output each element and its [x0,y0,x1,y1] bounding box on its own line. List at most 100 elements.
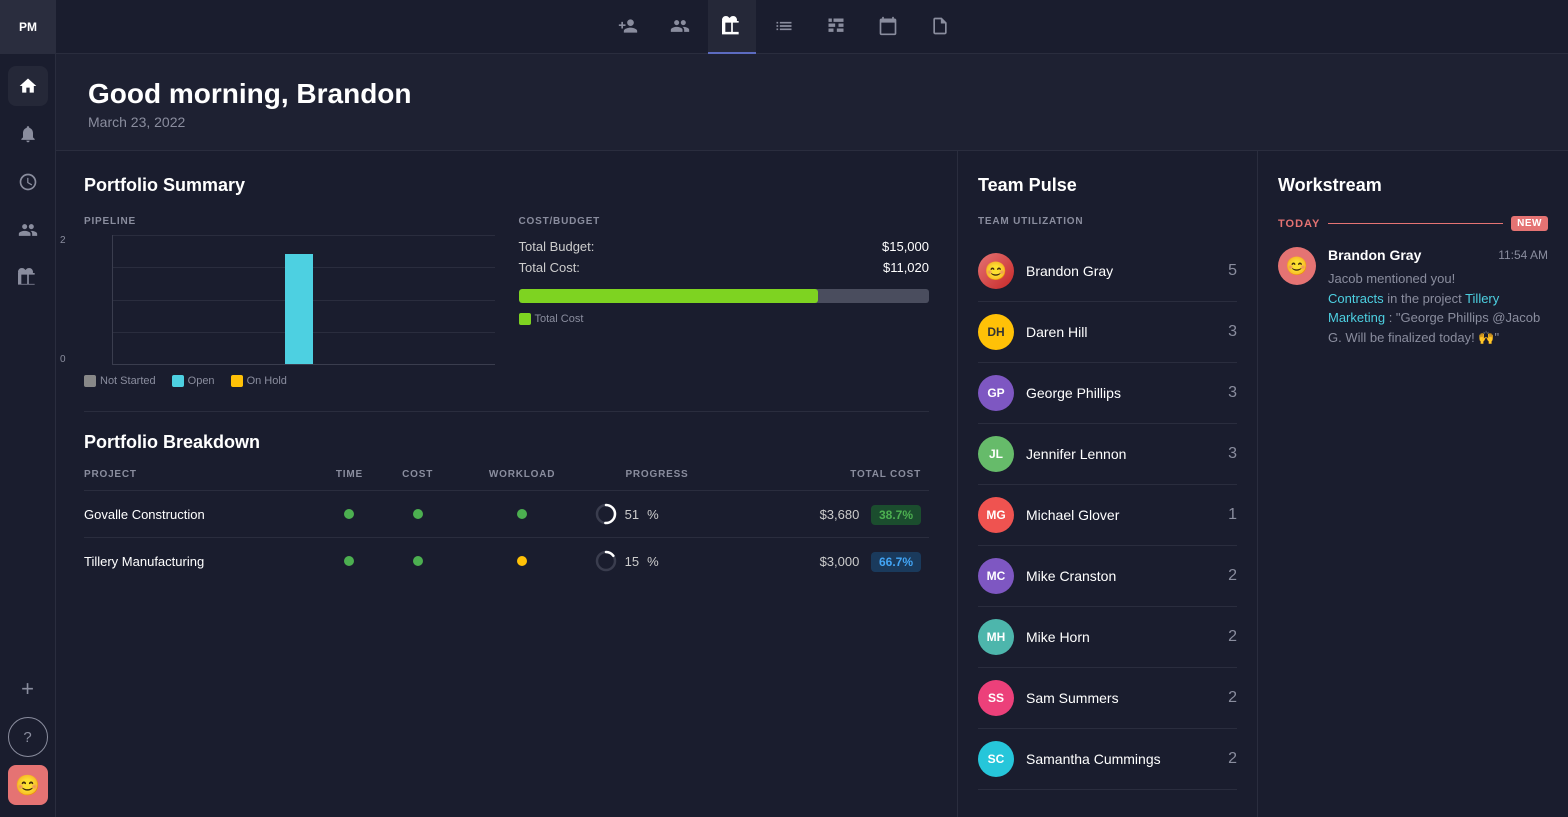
project-name-1: Govalle Construction [84,491,321,538]
cost-budget-label: COST/BUDGET [519,216,930,227]
col-total-cost: TOTAL COST [727,469,929,491]
member-count: 3 [1228,445,1237,463]
project-name-2: Tillery Manufacturing [84,538,321,585]
new-badge: NEW [1511,216,1548,231]
content-area: Good morning, Brandon March 23, 2022 Por… [56,54,1568,817]
cost-bar-fill [519,289,819,303]
nav-portfolio[interactable] [708,0,756,54]
sidebar-alerts[interactable] [8,114,48,154]
chart-y-labels: 2 0 [60,235,66,365]
total-cost-1: $3,680 38.7% [727,491,929,538]
nav-team[interactable] [656,0,704,54]
three-col-layout: Portfolio Summary PIPELINE 2 0 [56,151,1568,817]
member-name: Brandon Gray [1026,263,1113,279]
progress-1: 51% [595,491,728,538]
member-name: Mike Horn [1026,629,1090,645]
pipeline-chart-section: PIPELINE 2 0 [84,216,495,387]
cost-bar-container [519,289,930,303]
mention-contracts[interactable]: Contracts [1328,291,1384,306]
team-utilization-label: TEAM UTILIZATION [978,216,1237,227]
member-name: Sam Summers [1026,690,1119,706]
nav-add-member[interactable] [604,0,652,54]
portfolio-breakdown-title: Portfolio Breakdown [84,432,929,453]
sidebar-help[interactable]: ? [8,717,48,757]
pipeline-chart [112,235,495,365]
sidebar-user[interactable]: 😊 [8,765,48,805]
col-cost: COST [386,469,458,491]
nav-gantt[interactable] [812,0,860,54]
sidebar-home[interactable] [8,66,48,106]
page-greeting: Good morning, Brandon [88,78,1536,110]
legend-not-started: Not Started [84,375,156,387]
avatar: SS [978,680,1014,716]
total-cost-2: $3,000 66.7% [727,538,929,585]
legend-dot-open [172,375,184,387]
workstream-column: Workstream TODAY NEW 😊 Brandon Gray 11:5… [1258,151,1568,817]
team-member-row[interactable]: SS Sam Summers 2 [978,668,1237,729]
workstream-avatar: 😊 [1278,247,1316,285]
today-label: TODAY [1278,218,1320,230]
page-header: Good morning, Brandon March 23, 2022 [56,54,1568,151]
team-pulse-column: Team Pulse TEAM UTILIZATION 😊 Brandon Gr… [958,151,1258,817]
pipeline-label: PIPELINE [84,216,495,227]
member-count: 2 [1228,567,1237,585]
cost-legend: Total Cost [519,313,930,325]
cost-legend-dot [519,313,531,325]
member-name: Daren Hill [1026,324,1087,340]
team-member-row[interactable]: SC Samantha Cummings 2 [978,729,1237,790]
member-count: 3 [1228,323,1237,341]
legend-on-hold: On Hold [231,375,287,387]
sidebar-briefcase[interactable] [8,258,48,298]
portfolio-column: Portfolio Summary PIPELINE 2 0 [56,151,958,817]
total-cost-row: Total Cost: $11,020 [519,260,930,275]
nav-list[interactable] [760,0,808,54]
cost-dot-1 [386,491,458,538]
workstream-text: Jacob mentioned you! Contracts in the pr… [1328,269,1548,347]
page-date: March 23, 2022 [88,114,1536,130]
progress-circle-1 [595,503,617,525]
team-member-row[interactable]: MG Michael Glover 1 [978,485,1237,546]
col-progress: PROGRESS [595,469,728,491]
top-nav: PM [0,0,1568,54]
today-line [1328,223,1503,224]
logo[interactable]: PM [0,0,56,54]
member-count: 5 [1228,262,1237,280]
cost-dot-2 [386,538,458,585]
time-dot-1 [321,491,386,538]
team-member-row[interactable]: DH Daren Hill 3 [978,302,1237,363]
team-member-row[interactable]: 😊 Brandon Gray 5 [978,241,1237,302]
avatar: SC [978,741,1014,777]
avatar: 😊 [978,253,1014,289]
team-member-row[interactable]: MC Mike Cranston 2 [978,546,1237,607]
nav-doc[interactable] [916,0,964,54]
member-name: Michael Glover [1026,507,1119,523]
member-name: George Phillips [1026,385,1121,401]
team-member-row[interactable]: GP George Phillips 3 [978,363,1237,424]
workload-dot-1 [458,491,595,538]
sidebar-time[interactable] [8,162,48,202]
team-member-left: SC Samantha Cummings [978,741,1161,777]
sidebar-people[interactable] [8,210,48,250]
legend-dot-on-hold [231,375,243,387]
sidebar-add[interactable]: + [8,669,48,709]
legend-open: Open [172,375,215,387]
team-member-row[interactable]: JL Jennifer Lennon 3 [978,424,1237,485]
progress-2: 15% [595,538,728,585]
today-bar: TODAY NEW [1278,216,1548,231]
avatar: MC [978,558,1014,594]
chart-legend: Not Started Open On Hold [84,375,495,387]
progress-circle-2 [595,550,617,572]
total-budget-row: Total Budget: $15,000 [519,239,930,254]
col-workload: WORKLOAD [458,469,595,491]
team-member-left: MG Michael Glover [978,497,1119,533]
team-member-row[interactable]: MH Mike Horn 2 [978,607,1237,668]
breakdown-table: PROJECT TIME COST WORKLOAD PROGRESS TOTA… [84,469,929,584]
team-pulse-title: Team Pulse [978,175,1237,196]
workstream-header: Brandon Gray 11:54 AM [1328,247,1548,263]
portfolio-grid: PIPELINE 2 0 [84,216,929,387]
nav-calendar[interactable] [864,0,912,54]
member-count: 2 [1228,750,1237,768]
avatar: DH [978,314,1014,350]
cost-budget-section: COST/BUDGET Total Budget: $15,000 Total … [519,216,930,387]
member-name: Samantha Cummings [1026,751,1161,767]
